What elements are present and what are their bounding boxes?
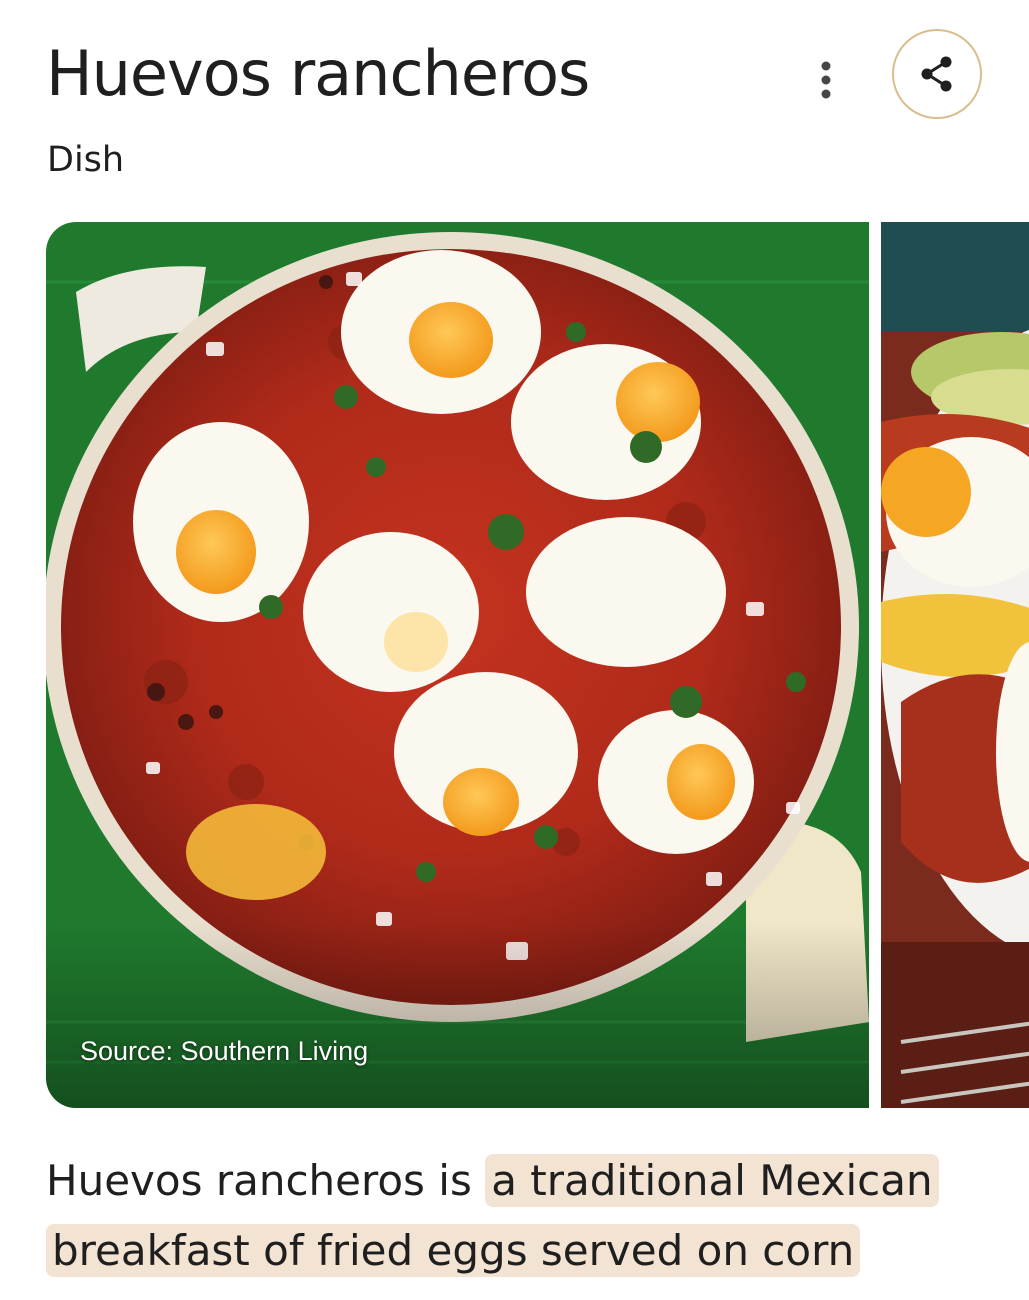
next-dish-photo[interactable]	[881, 222, 1029, 1108]
page-title: Huevos rancheros	[46, 37, 590, 110]
image-carousel[interactable]: Source: Southern Living	[46, 222, 1029, 1108]
image-source-label: Source: Southern Living	[80, 1036, 369, 1066]
dish-photo[interactable]: Source: Southern Living	[46, 222, 869, 1108]
skillet-eggs-image	[46, 222, 869, 1108]
share-icon	[921, 56, 952, 92]
more-vert-icon	[821, 61, 831, 99]
entity-type-label: Dish	[47, 140, 125, 180]
dish-description: Huevos rancheros is a traditional Mexica…	[46, 1146, 946, 1286]
description-text: Huevos rancheros is	[46, 1156, 486, 1205]
share-button[interactable]	[892, 29, 982, 119]
more-options-button[interactable]	[796, 50, 856, 110]
plated-huevos-image	[881, 222, 1029, 1108]
